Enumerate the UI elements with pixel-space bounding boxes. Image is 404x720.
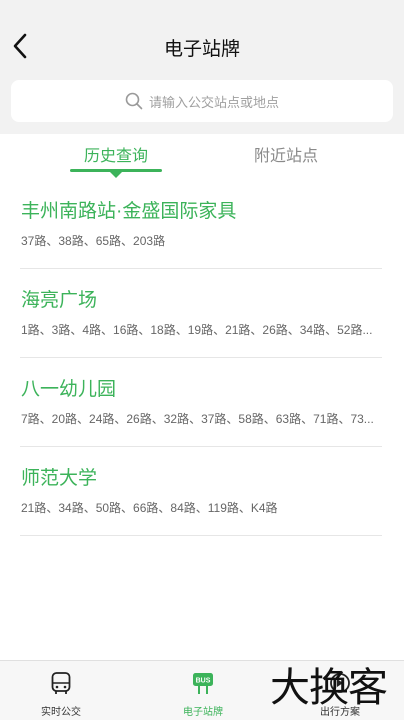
search-input[interactable]: 请输入公交站点或地点	[11, 80, 393, 122]
list-item[interactable]: 八一幼儿园 7路、20路、24路、26路、32路、37路、58路、63路、71路…	[20, 358, 382, 447]
search-placeholder: 请输入公交站点或地点	[148, 94, 279, 110]
tab-history[interactable]: 历史查询	[70, 142, 162, 166]
station-name: 海亮广场	[21, 290, 98, 311]
station-list: 丰州南路站·金盛国际家具 37路、38路、65路、203路 海亮广场 1路、3路…	[20, 180, 382, 536]
station-name: 师范大学	[21, 468, 98, 489]
tab-nearby[interactable]: 附近站点	[240, 142, 332, 166]
app-header: 电子站牌 请输入公交站点或地点	[0, 0, 404, 134]
bus-stop-sign-icon: BUS	[193, 673, 213, 694]
list-item[interactable]: 海亮广场 1路、3路、4路、16路、18路、19路、21路、26路、34路、52…	[20, 269, 382, 358]
bus-front-icon	[51, 672, 71, 694]
page-title: 电子站牌	[163, 39, 240, 60]
station-name: 丰州南路站·金盛国际家具	[21, 201, 237, 222]
tabbar-item-realtime-bus[interactable]: 实时公交	[6, 661, 116, 720]
tabbar-label: 电子站牌	[183, 707, 223, 718]
station-routes: 7路、20路、24路、26路、32路、37路、58路、63路、71路、73...	[21, 412, 374, 426]
bus-badge-text: BUS	[196, 678, 211, 685]
station-name: 八一幼儿园	[21, 379, 117, 400]
search-icon	[125, 92, 143, 110]
tabbar-item-e-board[interactable]: BUS 电子站牌	[148, 661, 258, 720]
segment-tabs: 历史查询 附近站点	[0, 134, 404, 180]
list-item[interactable]: 丰州南路站·金盛国际家具 37路、38路、65路、203路	[20, 180, 382, 269]
tabbar-label: 实时公交	[41, 707, 81, 718]
station-routes: 1路、3路、4路、16路、18路、19路、21路、26路、34路、52路...	[21, 323, 373, 337]
station-routes: 37路、38路、65路、203路	[21, 234, 166, 248]
list-item[interactable]: 师范大学 21路、34路、50路、66路、84路、119路、K4路	[20, 447, 382, 536]
station-routes: 21路、34路、50路、66路、84路、119路、K4路	[21, 501, 278, 515]
tab-active-caret	[110, 172, 122, 178]
watermark: 大换客	[270, 665, 388, 711]
